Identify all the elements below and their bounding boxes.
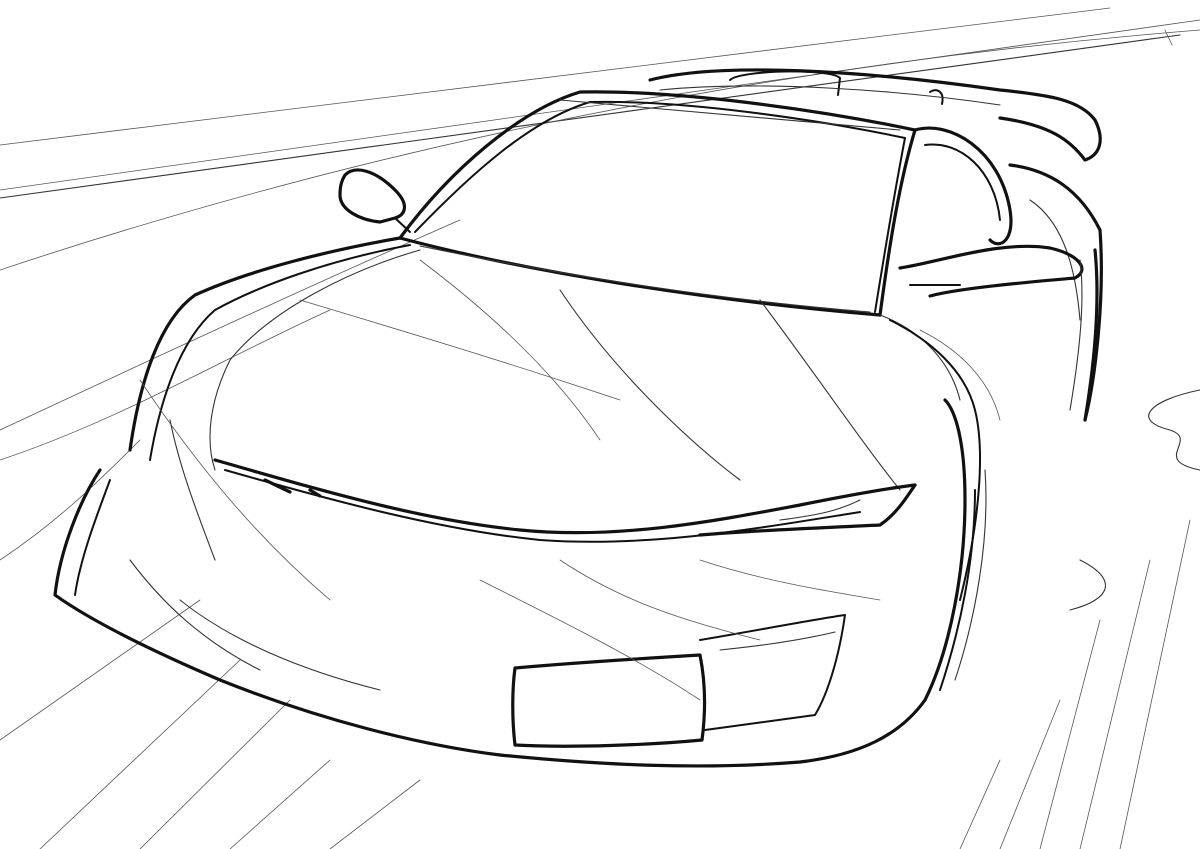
car-sketch-icon xyxy=(0,7,1200,849)
hood xyxy=(128,236,981,601)
license-plate xyxy=(511,653,707,748)
side-mirrors xyxy=(338,168,1084,298)
front-fascia xyxy=(169,419,917,561)
rear-wing xyxy=(648,68,1102,162)
side-window xyxy=(913,126,1103,422)
wheels xyxy=(923,248,1099,702)
front-bumper xyxy=(53,468,927,768)
construction-lines xyxy=(139,259,1001,701)
roof-windshield xyxy=(398,90,917,317)
drawing-canvas xyxy=(0,0,1200,849)
